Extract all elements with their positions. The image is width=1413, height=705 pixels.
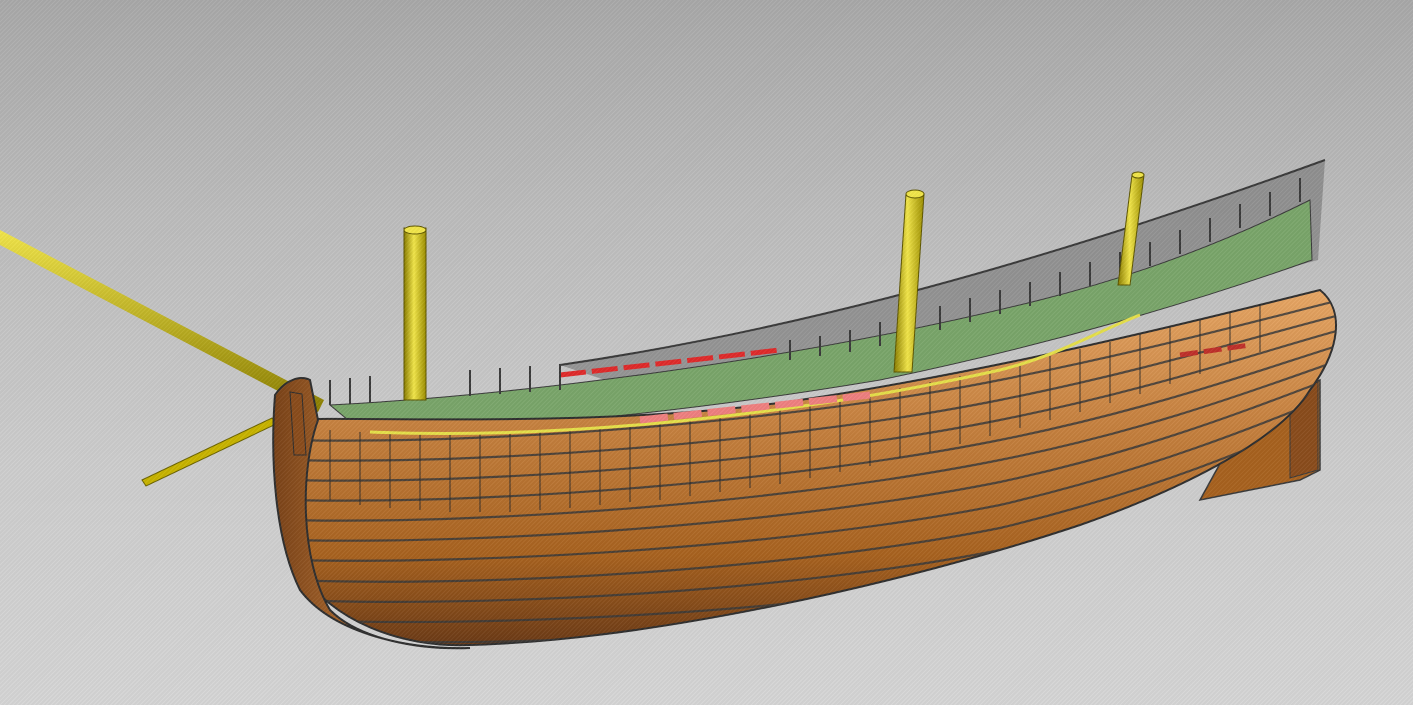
3d-viewport[interactable] (0, 0, 1413, 705)
foremast[interactable] (403, 225, 427, 401)
ship-model-render[interactable] (0, 0, 1413, 705)
